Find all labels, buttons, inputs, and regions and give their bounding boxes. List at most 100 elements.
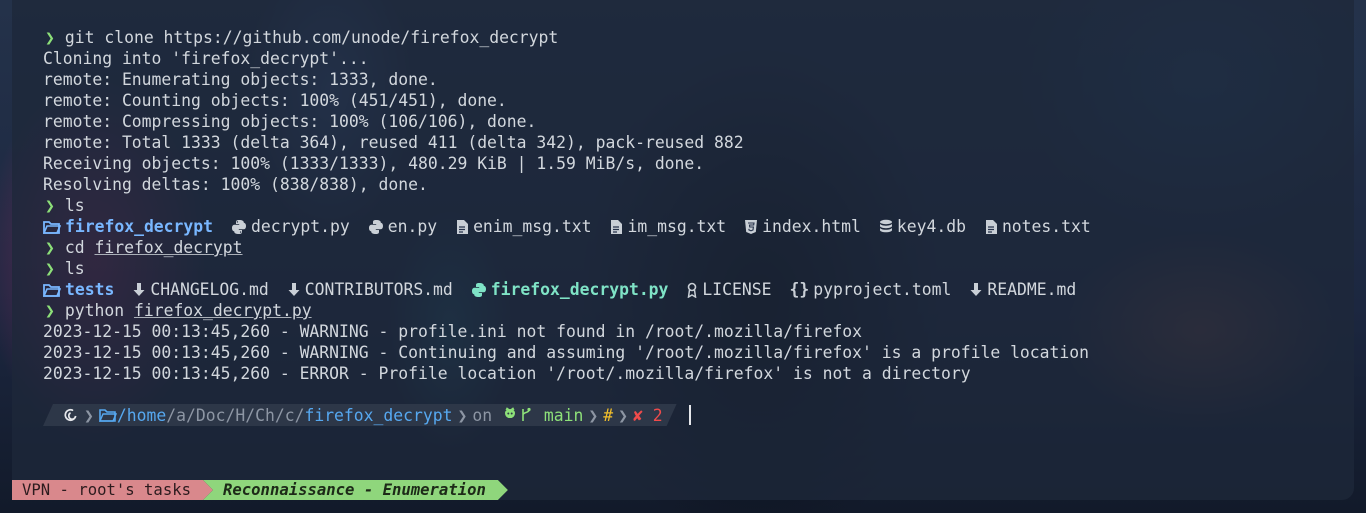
- ls-entry-name: CHANGELOG.md: [150, 280, 269, 299]
- prompt-arrow-icon: ❯: [45, 238, 55, 257]
- prompt-arrow-icon: ❯: [45, 259, 55, 278]
- command-text: python: [64, 301, 125, 320]
- path-part: Ch: [255, 405, 275, 425]
- ls-entry-name: enim_msg.txt: [473, 217, 592, 236]
- file-icon: [984, 219, 998, 235]
- exit-code: 2: [652, 405, 663, 425]
- text-cursor[interactable]: [688, 405, 691, 425]
- ls-entry: im_msg.txt: [609, 216, 726, 237]
- status-window-active[interactable]: Reconnaissance - Enumeration: [203, 480, 508, 500]
- output-line: Resolving deltas: 100% (838/838), done.: [43, 175, 428, 194]
- branch-name: main: [543, 405, 584, 425]
- ls-entry: en.py: [368, 216, 437, 237]
- prompt-arrow-icon: ❯: [45, 301, 55, 320]
- html-icon: [744, 219, 758, 235]
- ls-listing: firefox_decrypt decrypt.py en.py enim_ms…: [43, 216, 1344, 237]
- separator-icon: ❯: [588, 405, 599, 425]
- license-icon: [686, 282, 698, 298]
- folder-open-icon: [99, 408, 117, 422]
- folder-icon: [43, 283, 61, 297]
- prompt-arrow-icon: ❯: [45, 196, 55, 215]
- ls-listing: tests CHANGELOG.md CONTRIBUTORS.md firef…: [43, 279, 1344, 300]
- command-line: ❯ python firefox_decrypt.py: [43, 300, 1344, 321]
- terminal-output: ❯ git clone https://github.com/unode/fir…: [43, 27, 1344, 384]
- command-line: ❯ ls: [43, 258, 1344, 279]
- ls-entry-name: LICENSE: [702, 280, 772, 299]
- command-line: ❯ cd firefox_decrypt: [43, 237, 1344, 258]
- ls-entry: firefox_decrypt: [43, 216, 213, 237]
- prompt-arrow-icon: ❯: [45, 28, 55, 47]
- command-argument: firefox_decrypt.py: [133, 301, 312, 320]
- debian-swirl-icon: [63, 407, 79, 423]
- path-part: a: [176, 405, 186, 425]
- download-icon: [287, 282, 301, 298]
- ls-entry: decrypt.py: [231, 216, 350, 237]
- status-marker: #: [603, 405, 614, 425]
- command-text: cd: [64, 238, 85, 257]
- python-icon: [368, 219, 384, 235]
- file-icon: [455, 219, 469, 235]
- download-icon: [132, 282, 146, 298]
- path-part: c: [284, 405, 295, 425]
- folder-icon: [43, 220, 61, 234]
- command-text: ls: [64, 259, 85, 278]
- terminal-window[interactable]: ❯ git clone https://github.com/unode/fir…: [12, 0, 1354, 500]
- ls-entry-name: im_msg.txt: [627, 217, 727, 236]
- ls-entry-name: pyproject.toml: [813, 280, 952, 299]
- ls-entry-name: notes.txt: [1001, 217, 1091, 236]
- ls-entry: README.md: [969, 279, 1076, 300]
- ls-entry-name: index.html: [762, 217, 861, 236]
- path-part: Doc: [195, 405, 226, 425]
- ls-entry-name: key4.db: [896, 217, 966, 236]
- command-text: git clone https://github.com/unode/firef…: [64, 28, 559, 47]
- ls-entry-name: CONTRIBUTORS.md: [304, 280, 453, 299]
- python-icon: [471, 282, 487, 298]
- separator-icon: ❯: [618, 405, 628, 425]
- output-line: Cloning into 'firefox_decrypt'...: [43, 49, 369, 68]
- ls-entry: LICENSE: [686, 279, 772, 300]
- output-line: Receiving objects: 100% (1333/1333), 480…: [43, 154, 705, 173]
- ls-entry: tests: [43, 279, 114, 300]
- command-text: ls: [64, 196, 85, 215]
- ls-entry: notes.txt: [984, 216, 1091, 237]
- log-line: 2023-12-15 00:13:45,260 - WARNING - prof…: [43, 322, 863, 341]
- command-line: ❯ git clone https://github.com/unode/fir…: [43, 27, 1344, 48]
- tmux-status-bar: VPN - root's tasks Reconnaissance - Enum…: [12, 480, 508, 500]
- ls-entry-name: tests: [65, 280, 115, 299]
- ls-entry-name: firefox_decrypt: [65, 217, 214, 236]
- github-branch-icon: [502, 407, 534, 423]
- ls-entry: key4.db: [879, 216, 966, 237]
- output-line: remote: Total 1333 (delta 364), reused 4…: [43, 133, 744, 152]
- status-session[interactable]: VPN - root's tasks: [12, 480, 213, 500]
- ls-entry: CONTRIBUTORS.md: [287, 279, 453, 300]
- error-icon: ✘: [632, 405, 643, 425]
- braces-icon: {}: [789, 280, 810, 299]
- separator-icon: ❯: [457, 405, 468, 425]
- path-current: firefox_decrypt: [304, 405, 453, 425]
- ls-entry-name: firefox_decrypt.py: [490, 280, 669, 299]
- command-argument: firefox_decrypt: [94, 238, 243, 257]
- ls-entry: CHANGELOG.md: [132, 279, 269, 300]
- prompt-segments: ❯ /home / a / Doc / H / Ch / c / firefox_decrypt ❯ o…: [43, 404, 677, 426]
- path-part: H: [235, 405, 246, 425]
- path-root: /home: [116, 405, 167, 425]
- on-label: on: [472, 405, 493, 425]
- ls-entry-name: decrypt.py: [251, 217, 350, 236]
- ls-entry: index.html: [744, 216, 861, 237]
- shell-prompt[interactable]: ❯ /home / a / Doc / H / Ch / c / firefox_decrypt ❯ o…: [43, 404, 691, 426]
- separator-icon: ❯: [84, 405, 94, 425]
- output-line: remote: Enumerating objects: 1333, done.: [43, 70, 438, 89]
- ls-entry-name: en.py: [387, 217, 438, 236]
- output-line: remote: Counting objects: 100% (451/451)…: [43, 91, 507, 110]
- database-icon: [879, 219, 893, 235]
- ls-entry: firefox_decrypt.py: [471, 279, 669, 300]
- log-line: 2023-12-15 00:13:45,260 - ERROR - Profil…: [43, 364, 971, 383]
- file-icon: [609, 219, 623, 235]
- ls-entry: {} pyproject.toml: [790, 279, 952, 300]
- log-line: 2023-12-15 00:13:45,260 - WARNING - Cont…: [43, 343, 1090, 362]
- download-icon: [969, 282, 983, 298]
- ls-entry: enim_msg.txt: [455, 216, 591, 237]
- ls-entry-name: README.md: [987, 280, 1077, 299]
- output-line: remote: Compressing objects: 100% (106/1…: [43, 112, 537, 131]
- command-line: ❯ ls: [43, 195, 1344, 216]
